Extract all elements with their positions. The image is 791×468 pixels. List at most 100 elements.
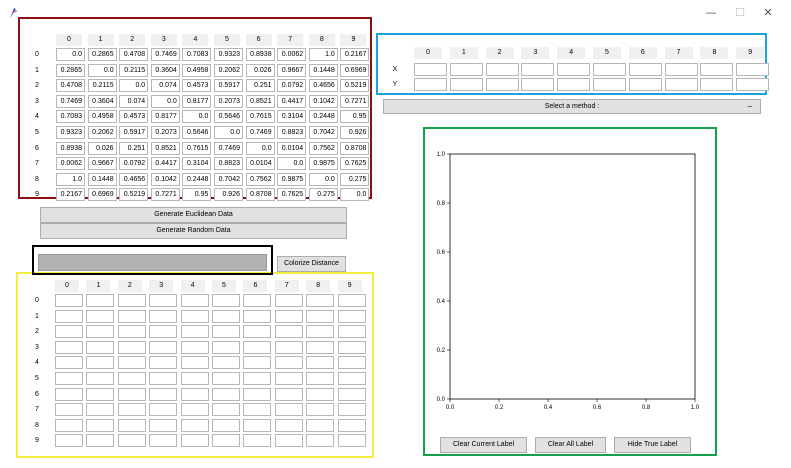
cell-input[interactable] [212,418,240,432]
cell-input[interactable]: 0.8177 [150,110,180,124]
cell-input[interactable]: 0.2115 [87,79,117,93]
cell-input[interactable] [180,434,209,448]
cell-input[interactable]: 0.0104 [245,157,275,171]
cell-input[interactable]: 0.0062 [277,48,307,61]
cell-input[interactable]: 0.5219 [340,79,370,93]
cell-input[interactable] [414,78,447,91]
cell-input[interactable] [149,434,178,448]
cell-input[interactable]: 0.9875 [308,157,338,171]
cell-input[interactable] [180,325,209,339]
cell-input[interactable] [55,434,83,448]
cell-input[interactable]: 0.6969 [87,188,117,202]
cell-input[interactable] [55,356,83,370]
cell-input[interactable]: 0.7083 [182,48,212,61]
cell-input[interactable] [593,63,626,76]
cell-input[interactable] [306,418,335,432]
cell-input[interactable] [180,340,209,354]
cell-input[interactable] [117,418,146,432]
cell-input[interactable] [86,403,115,417]
cell-input[interactable] [736,63,770,76]
cell-input[interactable]: 0.8521 [150,141,180,155]
cell-input[interactable]: 0.8708 [340,141,370,155]
cell-input[interactable]: 0.4417 [150,157,180,171]
cell-input[interactable] [86,294,115,307]
cell-input[interactable]: 0.3604 [87,94,117,108]
cell-input[interactable] [86,434,115,448]
cell-input[interactable] [628,63,662,76]
cell-input[interactable] [117,434,146,448]
cell-input[interactable] [274,294,303,307]
cell-input[interactable]: 0.2448 [308,110,338,124]
cell-input[interactable]: 0.0 [340,188,370,202]
cell-input[interactable] [149,356,178,370]
cell-input[interactable]: 0.2865 [87,48,117,61]
cell-input[interactable]: 0.4573 [119,110,149,124]
cell-input[interactable]: 0.9323 [214,48,243,61]
cell-input[interactable] [149,325,178,339]
cell-input[interactable] [243,418,272,432]
cell-input[interactable] [306,325,335,339]
cell-input[interactable]: 0.0 [119,79,149,93]
cell-input[interactable] [55,403,83,417]
cell-input[interactable]: 0.5917 [119,126,149,139]
cell-input[interactable]: 0.0 [245,141,275,155]
cell-input[interactable] [86,418,115,432]
clear-all-label-button[interactable]: Clear All Label [535,437,606,453]
cell-input[interactable] [700,63,734,76]
cell-input[interactable] [337,403,366,417]
cell-input[interactable] [86,325,115,339]
cell-input[interactable]: 0.275 [308,188,338,202]
cell-input[interactable]: 0.0 [87,63,117,77]
cell-input[interactable] [243,309,272,323]
cell-input[interactable] [55,387,83,401]
cell-input[interactable] [243,434,272,448]
cell-input[interactable] [212,356,240,370]
cell-input[interactable] [337,309,366,323]
cell-input[interactable]: 0.7083 [56,110,85,124]
cell-input[interactable] [149,403,178,417]
cell-input[interactable]: 0.0792 [277,79,307,93]
cell-input[interactable] [306,309,335,323]
cell-input[interactable] [274,340,303,354]
cell-input[interactable] [180,372,209,385]
cell-input[interactable] [557,63,591,76]
cell-input[interactable]: 0.026 [245,63,275,77]
cell-input[interactable] [212,340,240,354]
cell-input[interactable]: 0.7562 [245,172,275,186]
cell-input[interactable] [274,309,303,323]
cell-input[interactable] [337,434,366,448]
cell-input[interactable]: 0.8938 [245,48,275,61]
cell-input[interactable] [274,403,303,417]
hide-true-label-button[interactable]: Hide True Label [614,437,691,453]
cell-input[interactable] [86,309,115,323]
cell-input[interactable] [149,340,178,354]
cell-input[interactable] [212,309,240,323]
cell-input[interactable]: 0.2073 [150,126,180,139]
cell-input[interactable]: 0.251 [119,141,149,155]
cell-input[interactable]: 0.7042 [308,126,338,139]
cell-input[interactable]: 0.8938 [56,141,85,155]
cell-input[interactable]: 0.95 [182,188,212,202]
cell-input[interactable]: 0.9667 [87,157,117,171]
cell-input[interactable] [485,63,519,76]
cell-input[interactable] [86,340,115,354]
cell-input[interactable] [736,78,770,91]
cell-input[interactable] [149,309,178,323]
cell-input[interactable] [149,372,178,385]
cell-input[interactable]: 0.7042 [214,172,243,186]
cell-input[interactable]: 0.2448 [182,172,212,186]
cell-input[interactable] [306,434,335,448]
cell-input[interactable] [274,325,303,339]
cell-input[interactable] [180,309,209,323]
cell-input[interactable] [55,294,83,307]
cell-input[interactable]: 0.251 [245,79,275,93]
cell-input[interactable] [55,309,83,323]
cell-input[interactable] [449,63,483,76]
cell-input[interactable] [274,418,303,432]
cell-input[interactable]: 0.9323 [56,126,85,139]
cell-input[interactable]: 0.6969 [340,63,370,77]
cell-input[interactable]: 0.0 [150,94,180,108]
cell-input[interactable] [337,340,366,354]
cell-input[interactable]: 0.7615 [245,110,275,124]
cell-input[interactable] [274,387,303,401]
